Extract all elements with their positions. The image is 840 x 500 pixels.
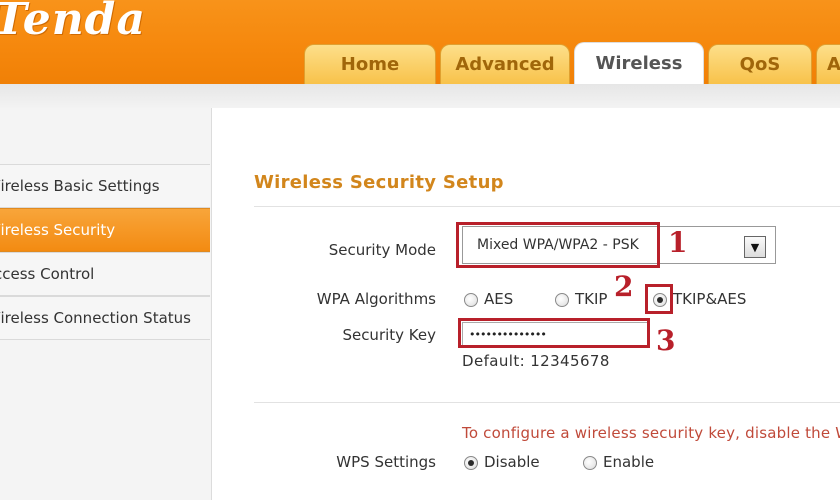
radio-wps-disable[interactable]	[464, 456, 478, 470]
wps-settings-label: WPS Settings	[336, 453, 436, 471]
radio-wps-disable-label: Disable	[484, 453, 540, 471]
annotation-box-3	[458, 318, 650, 348]
radio-aes[interactable]	[464, 293, 478, 307]
tab-wireless[interactable]: Wireless	[574, 42, 704, 84]
annotation-number-3: 3	[656, 324, 676, 357]
security-key-label: Security Key	[342, 326, 436, 344]
radio-wps-enable-label: Enable	[603, 453, 655, 471]
sidebar-item-label: Access Control	[0, 265, 95, 283]
security-key-default: Default: 12345678	[462, 352, 610, 370]
wpa-algorithms-label: WPA Algorithms	[316, 290, 436, 308]
annotation-number-1: 1	[668, 226, 688, 259]
header-bar: Tenda Home Advanced Wireless QoS A	[0, 0, 840, 84]
radio-tkip-aes-label: TKIP&AES	[673, 290, 747, 308]
sidebar-item-label: Wireless Basic Settings	[0, 177, 160, 195]
sidebar-item-label: Wireless Security	[0, 221, 116, 239]
title-divider	[254, 206, 840, 207]
tenda-logo: Tenda	[0, 0, 146, 45]
dropdown-arrow-icon[interactable]: ▼	[744, 236, 766, 258]
section-divider	[254, 402, 840, 403]
tab-home[interactable]: Home	[304, 44, 436, 84]
security-mode-label: Security Mode	[328, 241, 436, 259]
wps-note: To configure a wireless security key, di…	[462, 424, 840, 442]
tab-partial[interactable]: A	[816, 44, 840, 84]
tab-qos[interactable]: QoS	[708, 44, 812, 84]
radio-aes-label: AES	[484, 290, 514, 308]
sidebar-item-access-control[interactable]: Access Control	[0, 252, 210, 296]
sidebar-item-wireless-security[interactable]: Wireless Security	[0, 208, 210, 252]
sidebar-item-wireless-basic-settings[interactable]: Wireless Basic Settings	[0, 164, 210, 208]
header-divider-band	[0, 84, 840, 108]
annotation-box-2	[645, 284, 673, 314]
annotation-number-2: 2	[614, 270, 634, 303]
tab-advanced[interactable]: Advanced	[440, 44, 570, 84]
sidebar-item-wireless-connection-status[interactable]: Wireless Connection Status	[0, 296, 210, 340]
radio-wps-enable[interactable]	[583, 456, 597, 470]
radio-tkip-label: TKIP	[575, 290, 608, 308]
sidebar-item-label: Wireless Connection Status	[0, 309, 191, 327]
page-title: Wireless Security Setup	[254, 172, 504, 193]
radio-tkip[interactable]	[555, 293, 569, 307]
annotation-box-1	[456, 222, 660, 268]
sidebar: Wireless Basic Settings Wireless Securit…	[0, 108, 212, 500]
